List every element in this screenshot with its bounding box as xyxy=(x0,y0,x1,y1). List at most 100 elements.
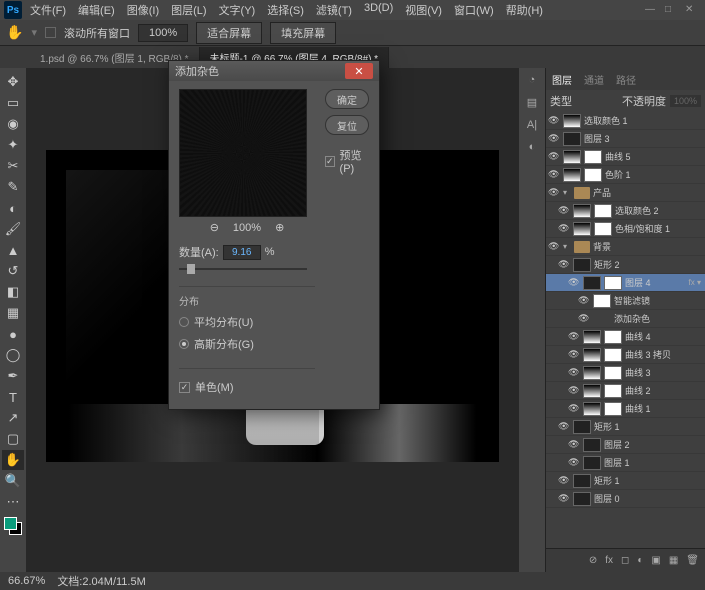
layer-row[interactable]: 👁图层 3 xyxy=(546,130,705,148)
visibility-icon[interactable]: 👁 xyxy=(558,223,570,234)
zoom-out-icon[interactable]: ⊖ xyxy=(210,221,219,234)
layer-row[interactable]: 👁智能滤镜 xyxy=(546,292,705,310)
opacity-input[interactable]: 100% xyxy=(670,95,701,107)
visibility-icon[interactable]: 👁 xyxy=(548,187,560,198)
history-panel-icon[interactable]: ◔ xyxy=(529,74,536,86)
properties-panel-icon[interactable]: ◐ xyxy=(529,141,536,153)
menu-item[interactable]: 图像(I) xyxy=(121,0,165,20)
dialog-titlebar[interactable]: 添加杂色 ✕ xyxy=(169,61,379,81)
lasso-tool[interactable]: ◉ xyxy=(2,114,24,134)
layer-row[interactable]: 👁曲线 3 xyxy=(546,364,705,382)
channels-tab[interactable]: 通道 xyxy=(584,72,604,87)
menu-item[interactable]: 滤镜(T) xyxy=(310,0,358,20)
dodge-tool[interactable]: ◯ xyxy=(2,345,24,365)
character-panel-icon[interactable]: A| xyxy=(527,119,537,131)
fx-badge[interactable]: fx ▾ xyxy=(689,278,701,287)
maximize-button[interactable]: □ xyxy=(665,4,677,16)
type-tool[interactable]: T xyxy=(2,387,24,407)
crop-tool[interactable]: ✂ xyxy=(2,156,24,176)
stamp-tool[interactable]: ▲ xyxy=(2,240,24,260)
visibility-icon[interactable]: 👁 xyxy=(568,457,580,468)
gaussian-radio[interactable]: 高斯分布(G) xyxy=(179,336,315,352)
monochrome-checkbox[interactable]: ✓单色(M) xyxy=(179,368,315,395)
adjustment-layer-icon[interactable]: ◐ xyxy=(637,555,643,566)
layer-row[interactable]: 👁图层 0 xyxy=(546,490,705,508)
layer-row[interactable]: 👁色相/饱和度 1 xyxy=(546,220,705,238)
minimize-button[interactable]: — xyxy=(645,4,657,16)
layers-tab[interactable]: 图层 xyxy=(552,72,572,87)
amount-input[interactable] xyxy=(223,245,261,260)
marquee-tool[interactable]: ▭ xyxy=(2,93,24,113)
visibility-icon[interactable]: 👁 xyxy=(558,259,570,270)
menu-item[interactable]: 3D(D) xyxy=(358,0,399,20)
blur-tool[interactable]: ● xyxy=(2,324,24,344)
layer-row[interactable]: 👁▾产品 xyxy=(546,184,705,202)
menu-item[interactable]: 帮助(H) xyxy=(500,0,549,20)
group-icon[interactable]: ▣ xyxy=(651,555,660,566)
cancel-button[interactable]: 复位 xyxy=(325,115,369,135)
visibility-icon[interactable]: 👁 xyxy=(548,151,560,162)
gradient-tool[interactable]: ▦ xyxy=(2,303,24,323)
menu-item[interactable]: 视图(V) xyxy=(399,0,448,20)
visibility-icon[interactable]: 👁 xyxy=(548,169,560,180)
path-tool[interactable]: ↗ xyxy=(2,408,24,428)
visibility-icon[interactable]: 👁 xyxy=(568,349,580,360)
menu-item[interactable]: 文字(Y) xyxy=(213,0,262,20)
visibility-icon[interactable]: 👁 xyxy=(578,295,590,306)
visibility-icon[interactable]: 👁 xyxy=(558,475,570,486)
visibility-icon[interactable]: 👁 xyxy=(568,439,580,450)
layer-row[interactable]: 👁曲线 2 xyxy=(546,382,705,400)
scroll-all-checkbox[interactable] xyxy=(45,27,56,38)
visibility-icon[interactable]: 👁 xyxy=(558,205,570,216)
layer-row[interactable]: 👁添加杂色 xyxy=(546,310,705,328)
menu-item[interactable]: 文件(F) xyxy=(24,0,72,20)
layer-fx-icon[interactable]: fx xyxy=(605,555,613,566)
menu-item[interactable]: 选择(S) xyxy=(261,0,310,20)
visibility-icon[interactable]: 👁 xyxy=(558,421,570,432)
layer-list[interactable]: 👁选取颜色 1👁图层 3👁曲线 5👁色阶 1👁▾产品👁选取颜色 2👁色相/饱和度… xyxy=(546,112,705,548)
trash-icon[interactable]: 🗑 xyxy=(686,555,699,566)
layer-row[interactable]: 👁曲线 5 xyxy=(546,148,705,166)
layer-row[interactable]: 👁▾背景 xyxy=(546,238,705,256)
visibility-icon[interactable]: 👁 xyxy=(558,493,570,504)
zoom-in-icon[interactable]: ⊕ xyxy=(275,221,284,234)
shape-tool[interactable]: ▢ xyxy=(2,429,24,449)
visibility-icon[interactable]: 👁 xyxy=(568,277,580,288)
close-window-button[interactable]: ✕ xyxy=(685,4,697,16)
history-brush-tool[interactable]: ↺ xyxy=(2,261,24,281)
color-panel-icon[interactable]: ▤ xyxy=(527,96,537,109)
visibility-icon[interactable]: 👁 xyxy=(548,133,560,144)
wand-tool[interactable]: ✦ xyxy=(2,135,24,155)
layer-row[interactable]: 👁矩形 1 xyxy=(546,472,705,490)
uniform-radio[interactable]: 平均分布(U) xyxy=(179,314,315,330)
eyedropper-tool[interactable]: ✎ xyxy=(2,177,24,197)
layer-mask-icon[interactable]: ◻ xyxy=(621,555,629,566)
edit-toolbar[interactable]: ⋯ xyxy=(2,492,24,512)
move-tool[interactable]: ✥ xyxy=(2,72,24,92)
fit-screen-button[interactable]: 适合屏幕 xyxy=(196,22,262,44)
layer-row[interactable]: 👁图层 1 xyxy=(546,454,705,472)
amount-slider[interactable] xyxy=(179,262,307,276)
layer-row[interactable]: 👁曲线 3 拷贝 xyxy=(546,346,705,364)
menu-item[interactable]: 窗口(W) xyxy=(448,0,500,20)
layer-row[interactable]: 👁矩形 1 xyxy=(546,418,705,436)
hand-tool[interactable]: ✋ xyxy=(2,450,24,470)
status-zoom[interactable]: 66.67% xyxy=(8,575,45,587)
menu-item[interactable]: 图层(L) xyxy=(165,0,212,20)
dialog-close-button[interactable]: ✕ xyxy=(345,63,373,79)
menu-item[interactable]: 编辑(E) xyxy=(72,0,121,20)
visibility-icon[interactable]: 👁 xyxy=(568,331,580,342)
layer-row[interactable]: 👁矩形 2 xyxy=(546,256,705,274)
visibility-icon[interactable]: 👁 xyxy=(568,403,580,414)
color-swatch[interactable] xyxy=(4,517,22,535)
zoom-tool[interactable]: 🔍 xyxy=(2,471,24,491)
preview-checkbox[interactable]: ✓预览(P) xyxy=(325,147,369,175)
visibility-icon[interactable]: 👁 xyxy=(568,367,580,378)
new-layer-icon[interactable]: ▦ xyxy=(669,555,678,566)
layer-row[interactable]: 👁色阶 1 xyxy=(546,166,705,184)
layer-row[interactable]: 👁图层 2 xyxy=(546,436,705,454)
layer-row[interactable]: 👁曲线 1 xyxy=(546,400,705,418)
visibility-icon[interactable]: 👁 xyxy=(548,241,560,252)
visibility-icon[interactable]: 👁 xyxy=(548,115,560,126)
eraser-tool[interactable]: ◧ xyxy=(2,282,24,302)
